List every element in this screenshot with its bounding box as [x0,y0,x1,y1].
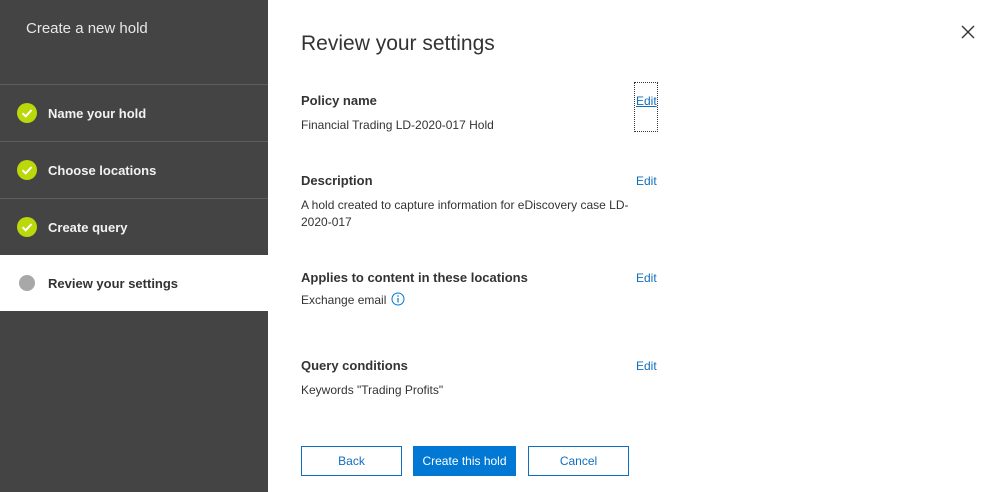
query-conditions-section: Query conditions Keywords "Trading Profi… [301,358,641,399]
close-icon[interactable] [958,22,978,42]
section-value: A hold created to capture information fo… [301,198,629,229]
section-heading: Policy name [301,93,377,108]
section-value: Keywords "Trading Profits" [301,383,444,397]
step-create-query[interactable]: Create query [0,199,268,255]
edit-query-link[interactable]: Edit [636,359,657,373]
section-value: Exchange email [301,293,387,307]
step-label: Choose locations [48,162,157,178]
review-panel: Review your settings Policy name Financi… [268,0,1000,492]
check-circle-icon [17,103,37,123]
locations-section: Applies to content in these locations Ex… [301,270,641,309]
wizard-sidebar: Create a new hold Name your hold Choose … [0,0,268,492]
section-heading: Query conditions [301,358,408,373]
section-heading: Applies to content in these locations [301,270,528,285]
policy-name-section: Policy name Financial Trading LD-2020-01… [301,93,641,134]
description-section: Description A hold created to capture in… [301,173,641,231]
cancel-button[interactable]: Cancel [528,446,629,476]
back-button[interactable]: Back [301,446,402,476]
edit-locations-link[interactable]: Edit [636,271,657,285]
step-label: Create query [48,219,128,235]
section-value-row: Exchange email [301,292,641,309]
dot-icon [19,275,35,291]
step-name-your-hold[interactable]: Name your hold [0,85,268,141]
step-label: Review your settings [48,275,179,291]
wizard-title: Create a new hold [26,20,148,37]
step-choose-locations[interactable]: Choose locations [0,142,268,198]
page-title: Review your settings [301,32,495,55]
check-circle-icon [17,217,37,237]
section-heading: Description [301,173,373,188]
step-label: Name your hold [48,105,147,121]
section-value: Financial Trading LD-2020-017 Hold [301,118,494,132]
check-circle-icon [17,160,37,180]
info-icon[interactable] [391,292,405,306]
edit-policy-name-link[interactable]: Edit [636,94,657,108]
create-hold-button[interactable]: Create this hold [413,446,516,476]
step-review-your-settings[interactable]: Review your settings [0,255,268,311]
edit-description-link[interactable]: Edit [636,174,657,188]
